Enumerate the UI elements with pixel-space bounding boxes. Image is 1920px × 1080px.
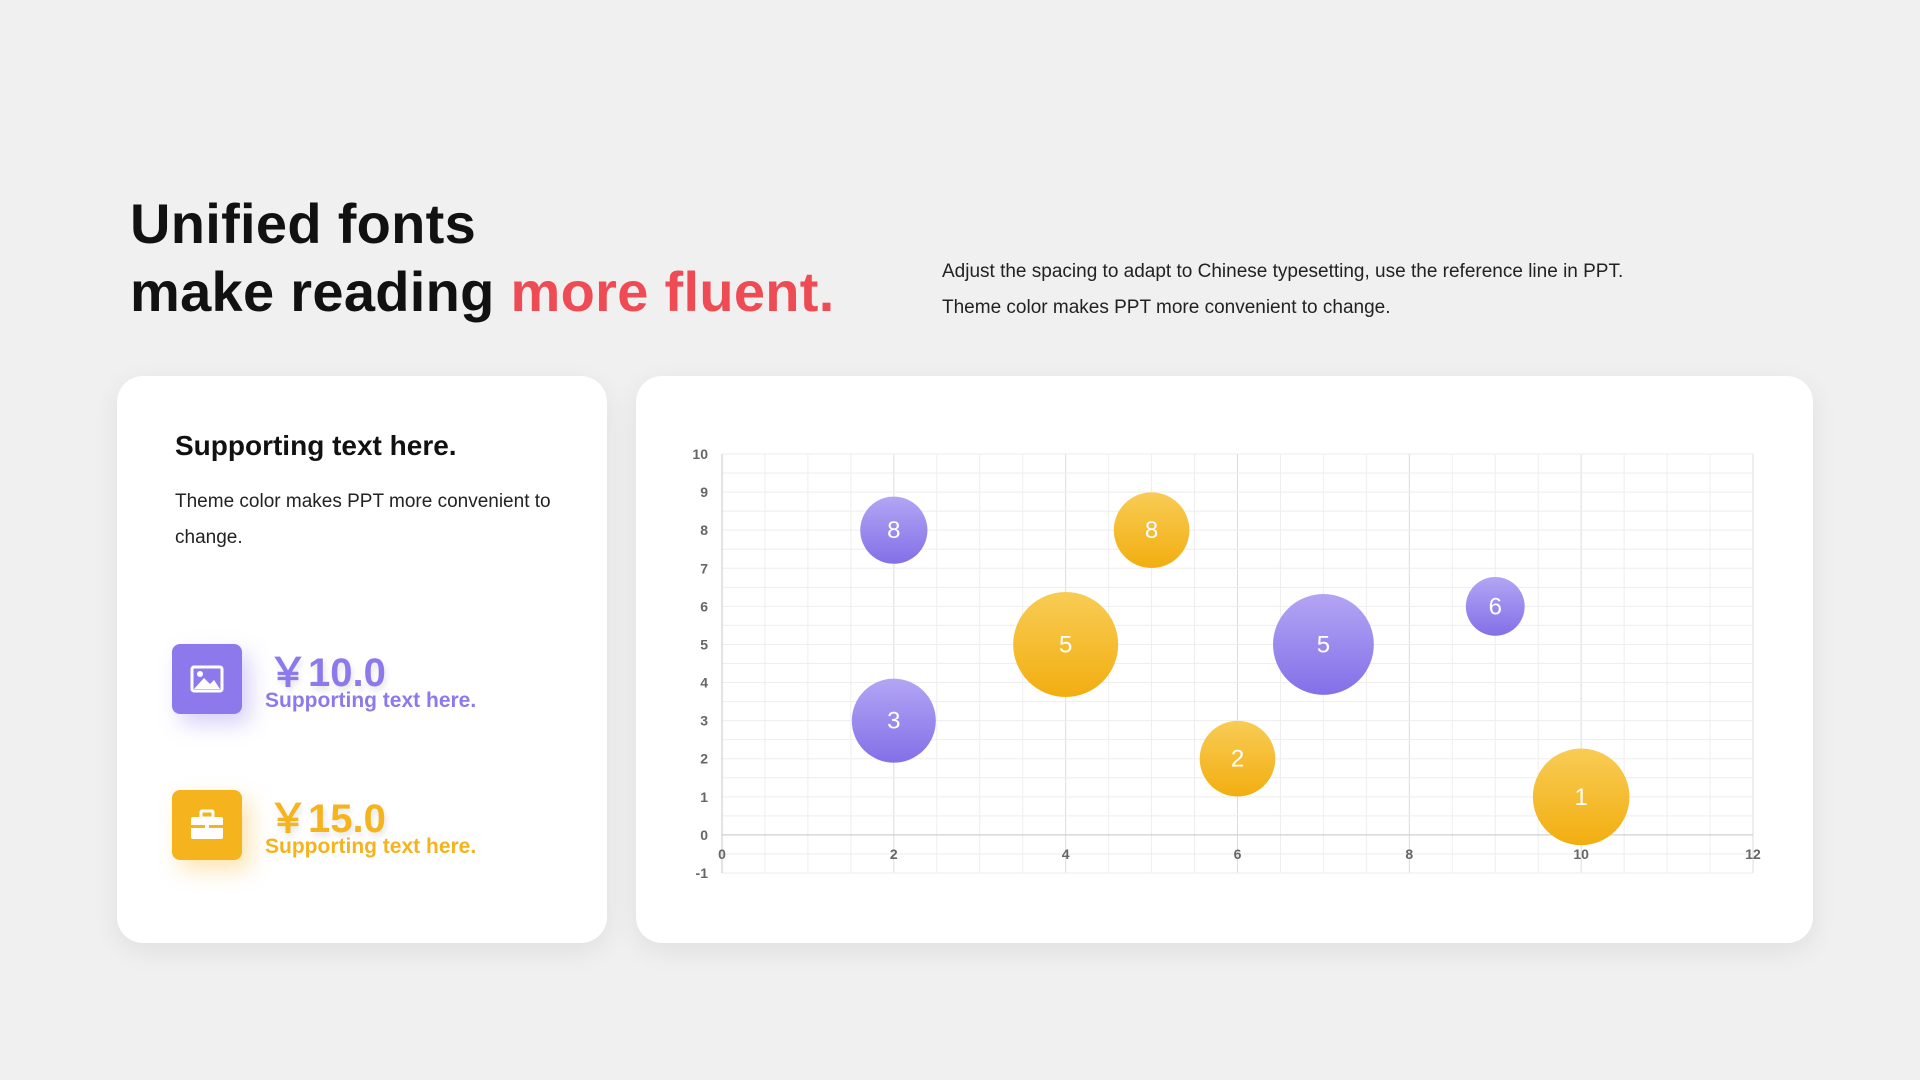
x-tick-label: 2 [890,846,898,862]
x-tick-label: 8 [1405,846,1413,862]
y-tick-label: 6 [700,598,708,614]
y-tick-label: 3 [700,713,708,729]
title-line-2-plain: make reading [130,260,511,323]
x-tick-label: 0 [718,846,726,862]
x-tick-label: 12 [1745,846,1761,862]
bubble-label: 5 [1059,631,1072,658]
bubble-label: 8 [887,517,900,544]
x-tick-label: 6 [1234,846,1242,862]
description-line-2: Theme color makes PPT more convenient to… [942,297,1391,318]
title-line-1: Unified fonts [130,192,477,255]
title-line-2: make reading more fluent. [130,258,835,326]
card-title: Supporting text here. [175,430,457,461]
info-card: Supporting text here. Theme color makes … [117,376,607,943]
y-tick-label: 1 [700,789,708,805]
x-tick-label: 10 [1573,846,1589,862]
y-tick-label: 9 [700,484,708,500]
bubble-chart: 0 2 4 6 8 10 12-1012345678910 83568521 [692,446,1761,881]
bubble-label: 6 [1489,593,1502,620]
stat-label: Supporting text here. [265,689,477,712]
bubble-label: 2 [1231,746,1244,773]
briefcase-icon [172,790,242,860]
card-text: Theme color makes PPT more convenient to… [175,491,551,548]
chart-card: 0 2 4 6 8 10 12 -1 0 1 2 3 4 5 6 7 8 9 10 83568521 [636,376,1813,943]
y-tick-label: 10 [692,446,708,462]
y-tick-label: 8 [700,522,708,538]
title-accent: more fluent. [510,260,835,323]
y-tick-label: -1 [696,865,709,881]
bubble-label: 3 [887,708,900,735]
chart-bubbles: 8 3 5 6 8 5 2 1 [851,492,1630,846]
image-icon [172,644,242,714]
y-tick-label: 7 [700,560,708,576]
y-tick-label: 4 [700,675,708,691]
y-tick-label: 0 [700,827,708,843]
y-tick-label: 5 [700,636,708,652]
y-tick-label: 2 [700,751,708,767]
bubble-label: 1 [1574,784,1587,811]
x-tick-label: 4 [1062,846,1070,862]
bubble-label: 8 [1145,517,1158,544]
header-description: Adjust the spacing to adapt to Chinese t… [942,254,1623,326]
bubble-label: 5 [1317,631,1330,658]
stat-label: Supporting text here. [265,835,477,858]
description-line-1: Adjust the spacing to adapt to Chinese t… [942,261,1624,282]
page-title: Unified fonts make reading more fluent. [130,190,835,326]
